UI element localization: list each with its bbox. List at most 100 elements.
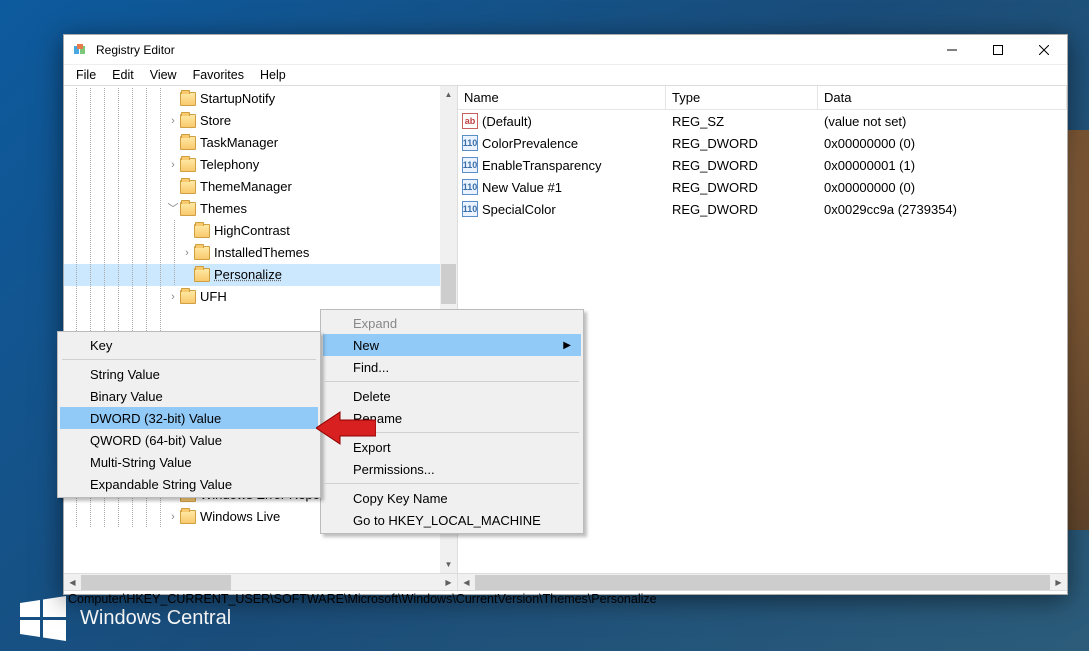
value-data: 0x00000000 (0) — [822, 136, 1063, 151]
menu-help[interactable]: Help — [252, 66, 294, 84]
menu-item[interactable]: Multi-String Value — [60, 451, 318, 473]
close-button[interactable] — [1021, 35, 1067, 65]
menu-label: Find... — [353, 360, 389, 375]
value-data: 0x0029cc9a (2739354) — [822, 202, 1063, 217]
tree-label: HighContrast — [214, 220, 290, 242]
menu-item[interactable]: Expandable String Value — [60, 473, 318, 495]
tree-label: Store — [200, 110, 231, 132]
menu-item[interactable]: QWORD (64-bit) Value — [60, 429, 318, 451]
col-data[interactable]: Data — [818, 86, 1067, 109]
tree-label: InstalledThemes — [214, 242, 309, 264]
menu-view[interactable]: View — [142, 66, 185, 84]
list-row[interactable]: 110SpecialColorREG_DWORD0x0029cc9a (2739… — [458, 198, 1067, 220]
dword-value-icon: 110 — [462, 201, 478, 217]
tree-item[interactable]: TaskManager — [64, 132, 457, 154]
menu-separator — [62, 359, 316, 360]
expander-icon[interactable]: › — [166, 154, 180, 176]
value-data: 0x00000001 (1) — [822, 158, 1063, 173]
statusbar: Computer\HKEY_CURRENT_USER\SOFTWARE\Micr… — [64, 590, 1067, 610]
menu-item[interactable]: DWORD (32-bit) Value — [60, 407, 318, 429]
menu-label: QWORD (64-bit) Value — [90, 433, 222, 448]
menu-item[interactable]: Go to HKEY_LOCAL_MACHINE — [323, 509, 581, 531]
submenu-arrow-icon: ▶ — [563, 340, 571, 351]
maximize-button[interactable] — [975, 35, 1021, 65]
tree-item[interactable]: StartupNotify — [64, 88, 457, 110]
tree-item[interactable]: ﹀Themes — [64, 198, 457, 220]
folder-icon — [180, 290, 196, 304]
tree-item[interactable]: ›UFH — [64, 286, 457, 308]
app-icon — [72, 42, 88, 58]
expander-icon[interactable]: ﹀ — [166, 198, 180, 220]
string-value-icon: ab — [462, 113, 478, 129]
hscroll-left-icon[interactable]: ◀ — [458, 574, 475, 591]
col-name[interactable]: Name — [458, 86, 666, 109]
folder-icon — [180, 114, 196, 128]
menu-edit[interactable]: Edit — [104, 66, 142, 84]
dword-value-icon: 110 — [462, 179, 478, 195]
list-row[interactable]: 110EnableTransparencyREG_DWORD0x00000001… — [458, 154, 1067, 176]
minimize-button[interactable] — [929, 35, 975, 65]
expander-icon[interactable]: › — [180, 242, 194, 264]
hscroll-right-icon[interactable]: ▶ — [440, 574, 457, 591]
folder-icon — [180, 202, 196, 216]
menu-label: Expand — [353, 316, 397, 331]
horizontal-scrollbar[interactable]: ◀ ▶ ◀ ▶ — [64, 573, 1067, 590]
value-type: REG_DWORD — [670, 202, 822, 217]
menu-favorites[interactable]: Favorites — [185, 66, 252, 84]
menu-item[interactable]: New ▶ — [323, 334, 581, 356]
menu-label: Multi-String Value — [90, 455, 192, 470]
tree-label: Telephony — [200, 154, 259, 176]
scroll-down-icon[interactable]: ▼ — [440, 556, 457, 573]
folder-icon — [180, 92, 196, 106]
folder-icon — [180, 510, 196, 524]
menu-item[interactable]: Copy Key Name — [323, 487, 581, 509]
list-row[interactable]: 110 ColorPrevalence REG_DWORD0x00000000 (0… — [458, 132, 1067, 154]
list-header: Name Type Data — [458, 86, 1067, 110]
expander-icon[interactable]: › — [166, 506, 180, 528]
hscroll-right-icon[interactable]: ▶ — [1050, 574, 1067, 591]
menu-item[interactable]: Binary Value — [60, 385, 318, 407]
expander-icon[interactable]: › — [166, 110, 180, 132]
list-row[interactable]: 110 New Value #1 REG_DWORD0x00000000 (0) — [458, 176, 1067, 198]
window-title: Registry Editor — [96, 43, 929, 57]
menu-item[interactable]: Find... — [323, 356, 581, 378]
value-type: REG_DWORD — [670, 180, 822, 195]
value-type: REG_DWORD — [670, 136, 822, 151]
list-row[interactable]: ab(Default)REG_SZ(value not set) — [458, 110, 1067, 132]
scroll-up-icon[interactable]: ▲ — [440, 86, 457, 103]
red-arrow-annotation — [316, 410, 376, 451]
menu-label: DWORD (32-bit) Value — [90, 411, 221, 426]
menu-label: Permissions... — [353, 462, 435, 477]
tree-label: StartupNotify — [200, 88, 275, 110]
folder-icon — [180, 180, 196, 194]
tree-item[interactable]: ThemeManager — [64, 176, 457, 198]
titlebar[interactable]: Registry Editor — [64, 35, 1067, 65]
tree-item[interactable]: HighContrast — [64, 220, 457, 242]
menu-item[interactable]: Permissions... — [323, 458, 581, 480]
scroll-thumb[interactable] — [441, 264, 456, 304]
col-type[interactable]: Type — [666, 86, 818, 109]
value-name: ColorPrevalence — [482, 136, 578, 151]
folder-icon — [180, 158, 196, 172]
menu-item[interactable]: Key — [60, 334, 318, 356]
context-submenu-new[interactable]: Key String Value Binary Value DWORD (32-bit… — [57, 331, 321, 498]
value-name: New Value #1 — [482, 180, 562, 195]
menu-label: Key — [90, 338, 112, 353]
tree-item[interactable]: › Telephony — [64, 154, 457, 176]
tree-item[interactable]: Personalize — [64, 264, 457, 286]
expander-icon[interactable]: › — [166, 286, 180, 308]
menu-item[interactable]: Delete — [323, 385, 581, 407]
tree-item[interactable]: › InstalledThemes — [64, 242, 457, 264]
menu-label: New — [353, 338, 379, 353]
menu-item[interactable]: String Value — [60, 363, 318, 385]
menu-label: Delete — [353, 389, 391, 404]
menu-file[interactable]: File — [68, 66, 104, 84]
value-data: 0x00000000 (0) — [822, 180, 1063, 195]
menu-label: Go to HKEY_LOCAL_MACHINE — [353, 513, 541, 528]
tree-label: ThemeManager — [200, 176, 292, 198]
tree-item[interactable]: › Store — [64, 110, 457, 132]
dword-value-icon: 110 — [462, 135, 478, 151]
value-type: REG_DWORD — [670, 158, 822, 173]
menu-label: String Value — [90, 367, 160, 382]
hscroll-left-icon[interactable]: ◀ — [64, 574, 81, 591]
